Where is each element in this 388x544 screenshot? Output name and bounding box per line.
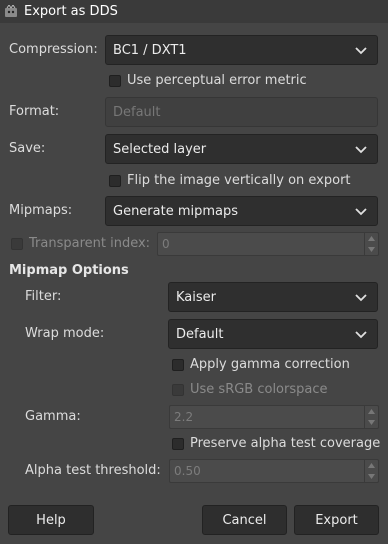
save-value: Selected layer — [113, 141, 207, 157]
wrap-mode-value: Default — [176, 326, 224, 342]
filter-value: Kaiser — [176, 289, 216, 305]
transparent-index-spinner[interactable]: 0 — [157, 232, 379, 256]
spin-up-icon[interactable] — [365, 233, 378, 244]
srgb-label: Use sRGB colorspace — [190, 382, 328, 397]
spin-up-icon[interactable] — [365, 460, 378, 471]
compression-value: BC1 / DXT1 — [113, 42, 187, 58]
spin-down-icon[interactable] — [365, 471, 378, 482]
gimp-app-icon — [5, 4, 17, 17]
transparent-index-value: 0 — [162, 237, 170, 251]
alpha-threshold-spinner[interactable]: 0.50 — [169, 459, 379, 483]
chevron-down-icon — [355, 47, 367, 55]
gamma-spinner[interactable]: 2.2 — [169, 405, 379, 429]
checkbox-box — [172, 437, 184, 450]
save-dropdown[interactable]: Selected layer — [105, 134, 378, 164]
checkbox-box — [109, 174, 121, 187]
checkbox-box — [11, 237, 23, 250]
chevron-down-icon — [355, 208, 367, 216]
chevron-down-icon — [355, 146, 367, 154]
wrap-mode-dropdown[interactable]: Default — [168, 319, 378, 349]
compression-dropdown[interactable]: BC1 / DXT1 — [105, 35, 378, 65]
mipmaps-label: Mipmaps: — [9, 203, 73, 218]
cancel-button[interactable]: Cancel — [202, 505, 287, 535]
title-bar: Export as DDS — [0, 0, 388, 23]
transparent-index-checkbox[interactable]: Transparent index: — [11, 236, 150, 251]
alpha-threshold-label: Alpha test threshold: — [25, 463, 161, 478]
gamma-correction-label: Apply gamma correction — [190, 357, 350, 372]
chevron-down-icon — [355, 294, 367, 302]
checkbox-box — [172, 358, 184, 371]
mipmaps-value: Generate mipmaps — [113, 203, 239, 219]
perceptual-metric-label: Use perceptual error metric — [127, 73, 307, 88]
mipmap-options-heading: Mipmap Options — [9, 263, 129, 278]
format-value: Default — [113, 104, 161, 120]
gamma-label: Gamma: — [25, 409, 81, 424]
flip-vertical-checkbox[interactable]: Flip the image vertically on export — [109, 173, 351, 188]
save-label: Save: — [9, 141, 46, 156]
compression-label: Compression: — [9, 42, 98, 57]
spin-down-icon[interactable] — [365, 417, 378, 428]
chevron-down-icon — [355, 331, 367, 339]
window-title: Export as DDS — [24, 4, 118, 19]
transparent-index-label: Transparent index: — [29, 236, 151, 251]
preserve-alpha-checkbox[interactable]: Preserve alpha test coverage — [172, 436, 380, 451]
gamma-correction-checkbox[interactable]: Apply gamma correction — [172, 357, 350, 372]
filter-dropdown[interactable]: Kaiser — [168, 282, 378, 312]
mipmaps-dropdown[interactable]: Generate mipmaps — [105, 196, 378, 226]
preserve-alpha-label: Preserve alpha test coverage — [190, 436, 381, 451]
spin-up-icon[interactable] — [365, 406, 378, 417]
gamma-value: 2.2 — [174, 410, 194, 424]
help-button[interactable]: Help — [8, 505, 94, 535]
filter-label: Filter: — [25, 289, 62, 304]
format-dropdown[interactable]: Default — [105, 97, 378, 127]
checkbox-box — [172, 383, 184, 396]
flip-vertical-label: Flip the image vertically on export — [127, 173, 351, 188]
perceptual-metric-checkbox[interactable]: Use perceptual error metric — [109, 73, 307, 88]
spin-down-icon[interactable] — [365, 244, 378, 255]
checkbox-box — [109, 74, 121, 87]
format-label: Format: — [9, 104, 60, 119]
srgb-checkbox[interactable]: Use sRGB colorspace — [172, 382, 328, 397]
export-button[interactable]: Export — [294, 505, 379, 535]
alpha-threshold-value: 0.50 — [174, 464, 201, 478]
wrap-mode-label: Wrap mode: — [25, 326, 105, 341]
